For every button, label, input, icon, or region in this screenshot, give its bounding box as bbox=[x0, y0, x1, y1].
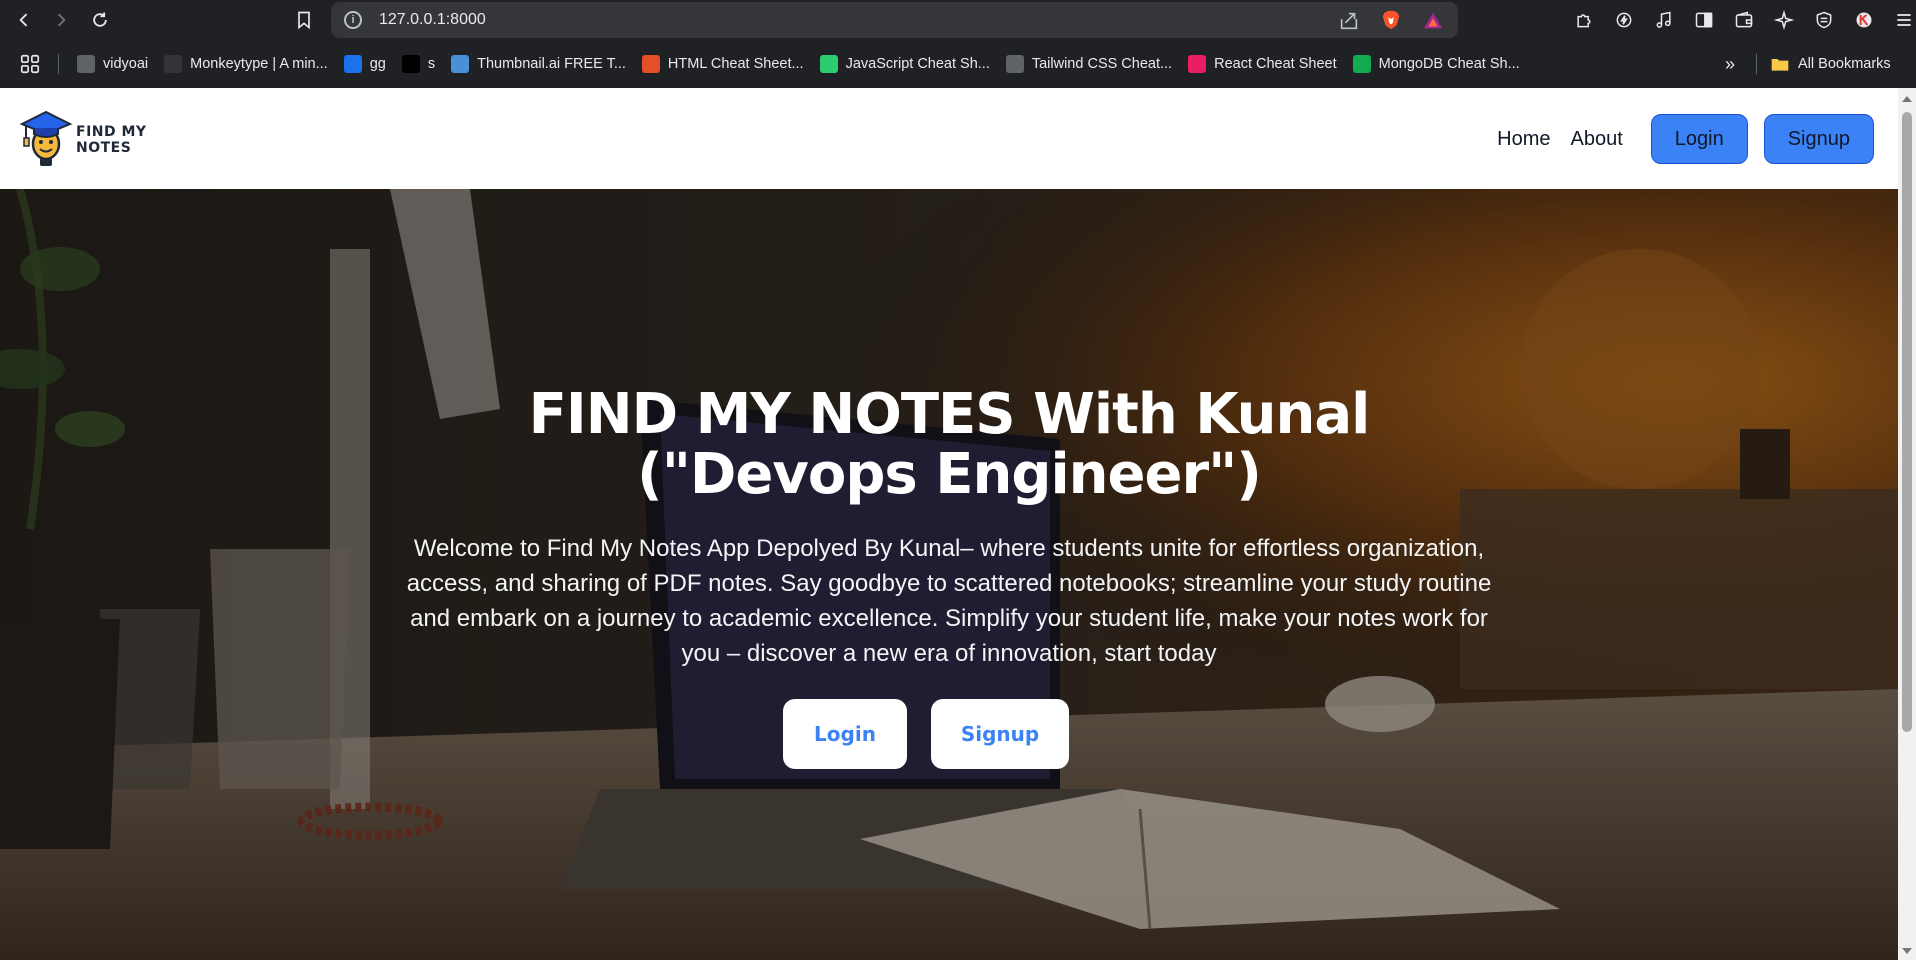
vpn-button[interactable] bbox=[1810, 6, 1838, 34]
bookmark-item[interactable]: MongoDB Cheat Sh... bbox=[1345, 48, 1528, 80]
bookmark-item[interactable]: Monkeytype | A min... bbox=[156, 48, 336, 80]
scroll-up-arrow-icon[interactable] bbox=[1902, 96, 1912, 102]
html5-icon bbox=[641, 55, 660, 73]
bookmark-item[interactable]: vidyoai bbox=[69, 48, 156, 80]
bookmark-item[interactable]: Tailwind CSS Cheat... bbox=[998, 48, 1180, 80]
hero-signup-button[interactable]: Signup bbox=[931, 699, 1069, 769]
bookmark-label: vidyoai bbox=[103, 56, 149, 72]
bookmark-label: MongoDB Cheat Sh... bbox=[1378, 56, 1520, 72]
wallet-button[interactable] bbox=[1730, 6, 1758, 34]
forward-button[interactable] bbox=[47, 6, 75, 34]
ampersand-icon bbox=[401, 55, 420, 73]
all-bookmarks-button[interactable]: All Bookmarks bbox=[1770, 48, 1891, 80]
bookmark-label: Thumbnail.ai FREE T... bbox=[477, 56, 626, 72]
site-navbar: FIND MY NOTES Home About Login Signup bbox=[0, 88, 1898, 189]
monkeytype-icon bbox=[164, 55, 183, 73]
bookmark-label: HTML Cheat Sheet... bbox=[667, 56, 804, 72]
site-logo[interactable]: FIND MY NOTES bbox=[18, 100, 158, 176]
bookmark-page-button[interactable] bbox=[290, 6, 318, 34]
nav-about-link[interactable]: About bbox=[1571, 128, 1623, 151]
leaf-bolt-icon bbox=[1616, 12, 1632, 28]
sidebar-button[interactable] bbox=[1690, 6, 1718, 34]
all-bookmarks-label: All Bookmarks bbox=[1798, 56, 1891, 72]
hero-login-button[interactable]: Login bbox=[783, 699, 907, 769]
mongodb-leaf-icon bbox=[1352, 55, 1371, 73]
reload-button[interactable] bbox=[86, 6, 114, 34]
bookmark-icon bbox=[298, 11, 310, 30]
nav-links: Home About Login Signup bbox=[1497, 114, 1874, 164]
bookmark-label: JavaScript Cheat Sh... bbox=[845, 56, 990, 72]
profile-avatar-icon bbox=[1856, 12, 1872, 28]
hero-section: FIND MY NOTES With Kunal ("Devops Engine… bbox=[0, 189, 1898, 960]
bookmark-item[interactable]: HTML Cheat Sheet... bbox=[634, 48, 812, 80]
music-note-icon bbox=[1656, 11, 1671, 28]
scroll-down-arrow-icon[interactable] bbox=[1902, 948, 1912, 954]
search-icon bbox=[1005, 55, 1024, 73]
address-bar[interactable]: i 127.0.0.1:8000 bbox=[331, 2, 1458, 38]
bookmarks-divider bbox=[1756, 54, 1757, 74]
leo-ai-button[interactable] bbox=[1770, 6, 1798, 34]
hamburger-menu-icon bbox=[1897, 14, 1911, 26]
speedreader-button[interactable] bbox=[1610, 6, 1638, 34]
chevron-right-icon bbox=[57, 13, 66, 27]
browser-toolbar: i 127.0.0.1:8000 bbox=[0, 0, 1916, 40]
scrollbar-thumb[interactable] bbox=[1902, 112, 1912, 732]
brave-shields-icon[interactable] bbox=[1380, 9, 1402, 31]
bookmarks-divider bbox=[58, 54, 59, 74]
bookmark-item[interactable]: Thumbnail.ai FREE T... bbox=[443, 48, 634, 80]
hero-actions: Login Signup bbox=[0, 699, 1898, 769]
bookmark-label: Tailwind CSS Cheat... bbox=[1031, 56, 1173, 72]
react-icon bbox=[1188, 55, 1207, 73]
brave-rewards-icon[interactable] bbox=[1422, 10, 1444, 32]
globe-icon bbox=[77, 55, 95, 73]
chevron-left-icon bbox=[19, 13, 28, 27]
bookmark-label: React Cheat Sheet bbox=[1214, 56, 1337, 72]
reload-icon bbox=[93, 12, 107, 27]
hero-title: FIND MY NOTES With Kunal ("Devops Engine… bbox=[528, 382, 1371, 507]
extensions-area bbox=[1570, 6, 1916, 34]
sparkle-icon bbox=[1774, 10, 1794, 30]
page-scrollbar[interactable] bbox=[1898, 88, 1916, 960]
hero-content: FIND MY NOTES With Kunal ("Devops Engine… bbox=[0, 385, 1898, 769]
hero-description: Welcome to Find My Notes App Depolyed By… bbox=[406, 535, 1492, 667]
media-button[interactable] bbox=[1650, 6, 1678, 34]
logo-text-line2: NOTES bbox=[76, 140, 132, 156]
bookmark-item[interactable]: JavaScript Cheat Sh... bbox=[812, 48, 998, 80]
nav-signup-button[interactable]: Signup bbox=[1763, 114, 1874, 164]
bookmark-label: gg bbox=[369, 56, 386, 72]
share-icon[interactable] bbox=[1338, 10, 1360, 32]
bookmarks-bar: vidyoai Monkeytype | A min... gg s Thumbnail… bbox=[0, 40, 1916, 88]
bookmark-label: Monkeytype | A min... bbox=[190, 56, 328, 72]
bookmark-item[interactable]: gg bbox=[336, 48, 394, 80]
bookmark-item[interactable]: React Cheat Sheet bbox=[1180, 48, 1345, 80]
shield-icon bbox=[1816, 11, 1832, 29]
menu-button[interactable] bbox=[1890, 6, 1916, 34]
back-button[interactable] bbox=[10, 6, 38, 34]
logo-text: FIND MY NOTES bbox=[76, 124, 147, 156]
more-bookmarks-button[interactable]: » bbox=[1716, 48, 1744, 80]
gg-icon bbox=[343, 55, 362, 73]
puzzle-icon bbox=[1577, 14, 1591, 28]
js-cheatsheet-icon bbox=[819, 55, 838, 73]
graduation-bulb-logo-icon bbox=[19, 110, 73, 166]
extensions-button[interactable] bbox=[1570, 6, 1598, 34]
sidebar-icon bbox=[1695, 12, 1713, 28]
web-page: FIND MY NOTES Home About Login Signup FI… bbox=[0, 88, 1898, 960]
wallet-icon bbox=[1735, 11, 1753, 28]
bookmark-label: s bbox=[427, 56, 436, 72]
logo-text-line1: FIND MY bbox=[76, 124, 147, 140]
apps-icon[interactable] bbox=[10, 44, 50, 84]
nav-login-button[interactable]: Login bbox=[1650, 114, 1748, 164]
bookmark-item[interactable]: s bbox=[394, 48, 443, 80]
folder-icon bbox=[1771, 59, 1789, 71]
nav-home-link[interactable]: Home bbox=[1497, 128, 1550, 151]
site-info-icon[interactable]: i bbox=[344, 11, 362, 29]
profile-button[interactable] bbox=[1850, 6, 1878, 34]
url-text[interactable]: 127.0.0.1:8000 bbox=[379, 11, 486, 29]
thumbnail-ai-icon bbox=[451, 55, 470, 73]
